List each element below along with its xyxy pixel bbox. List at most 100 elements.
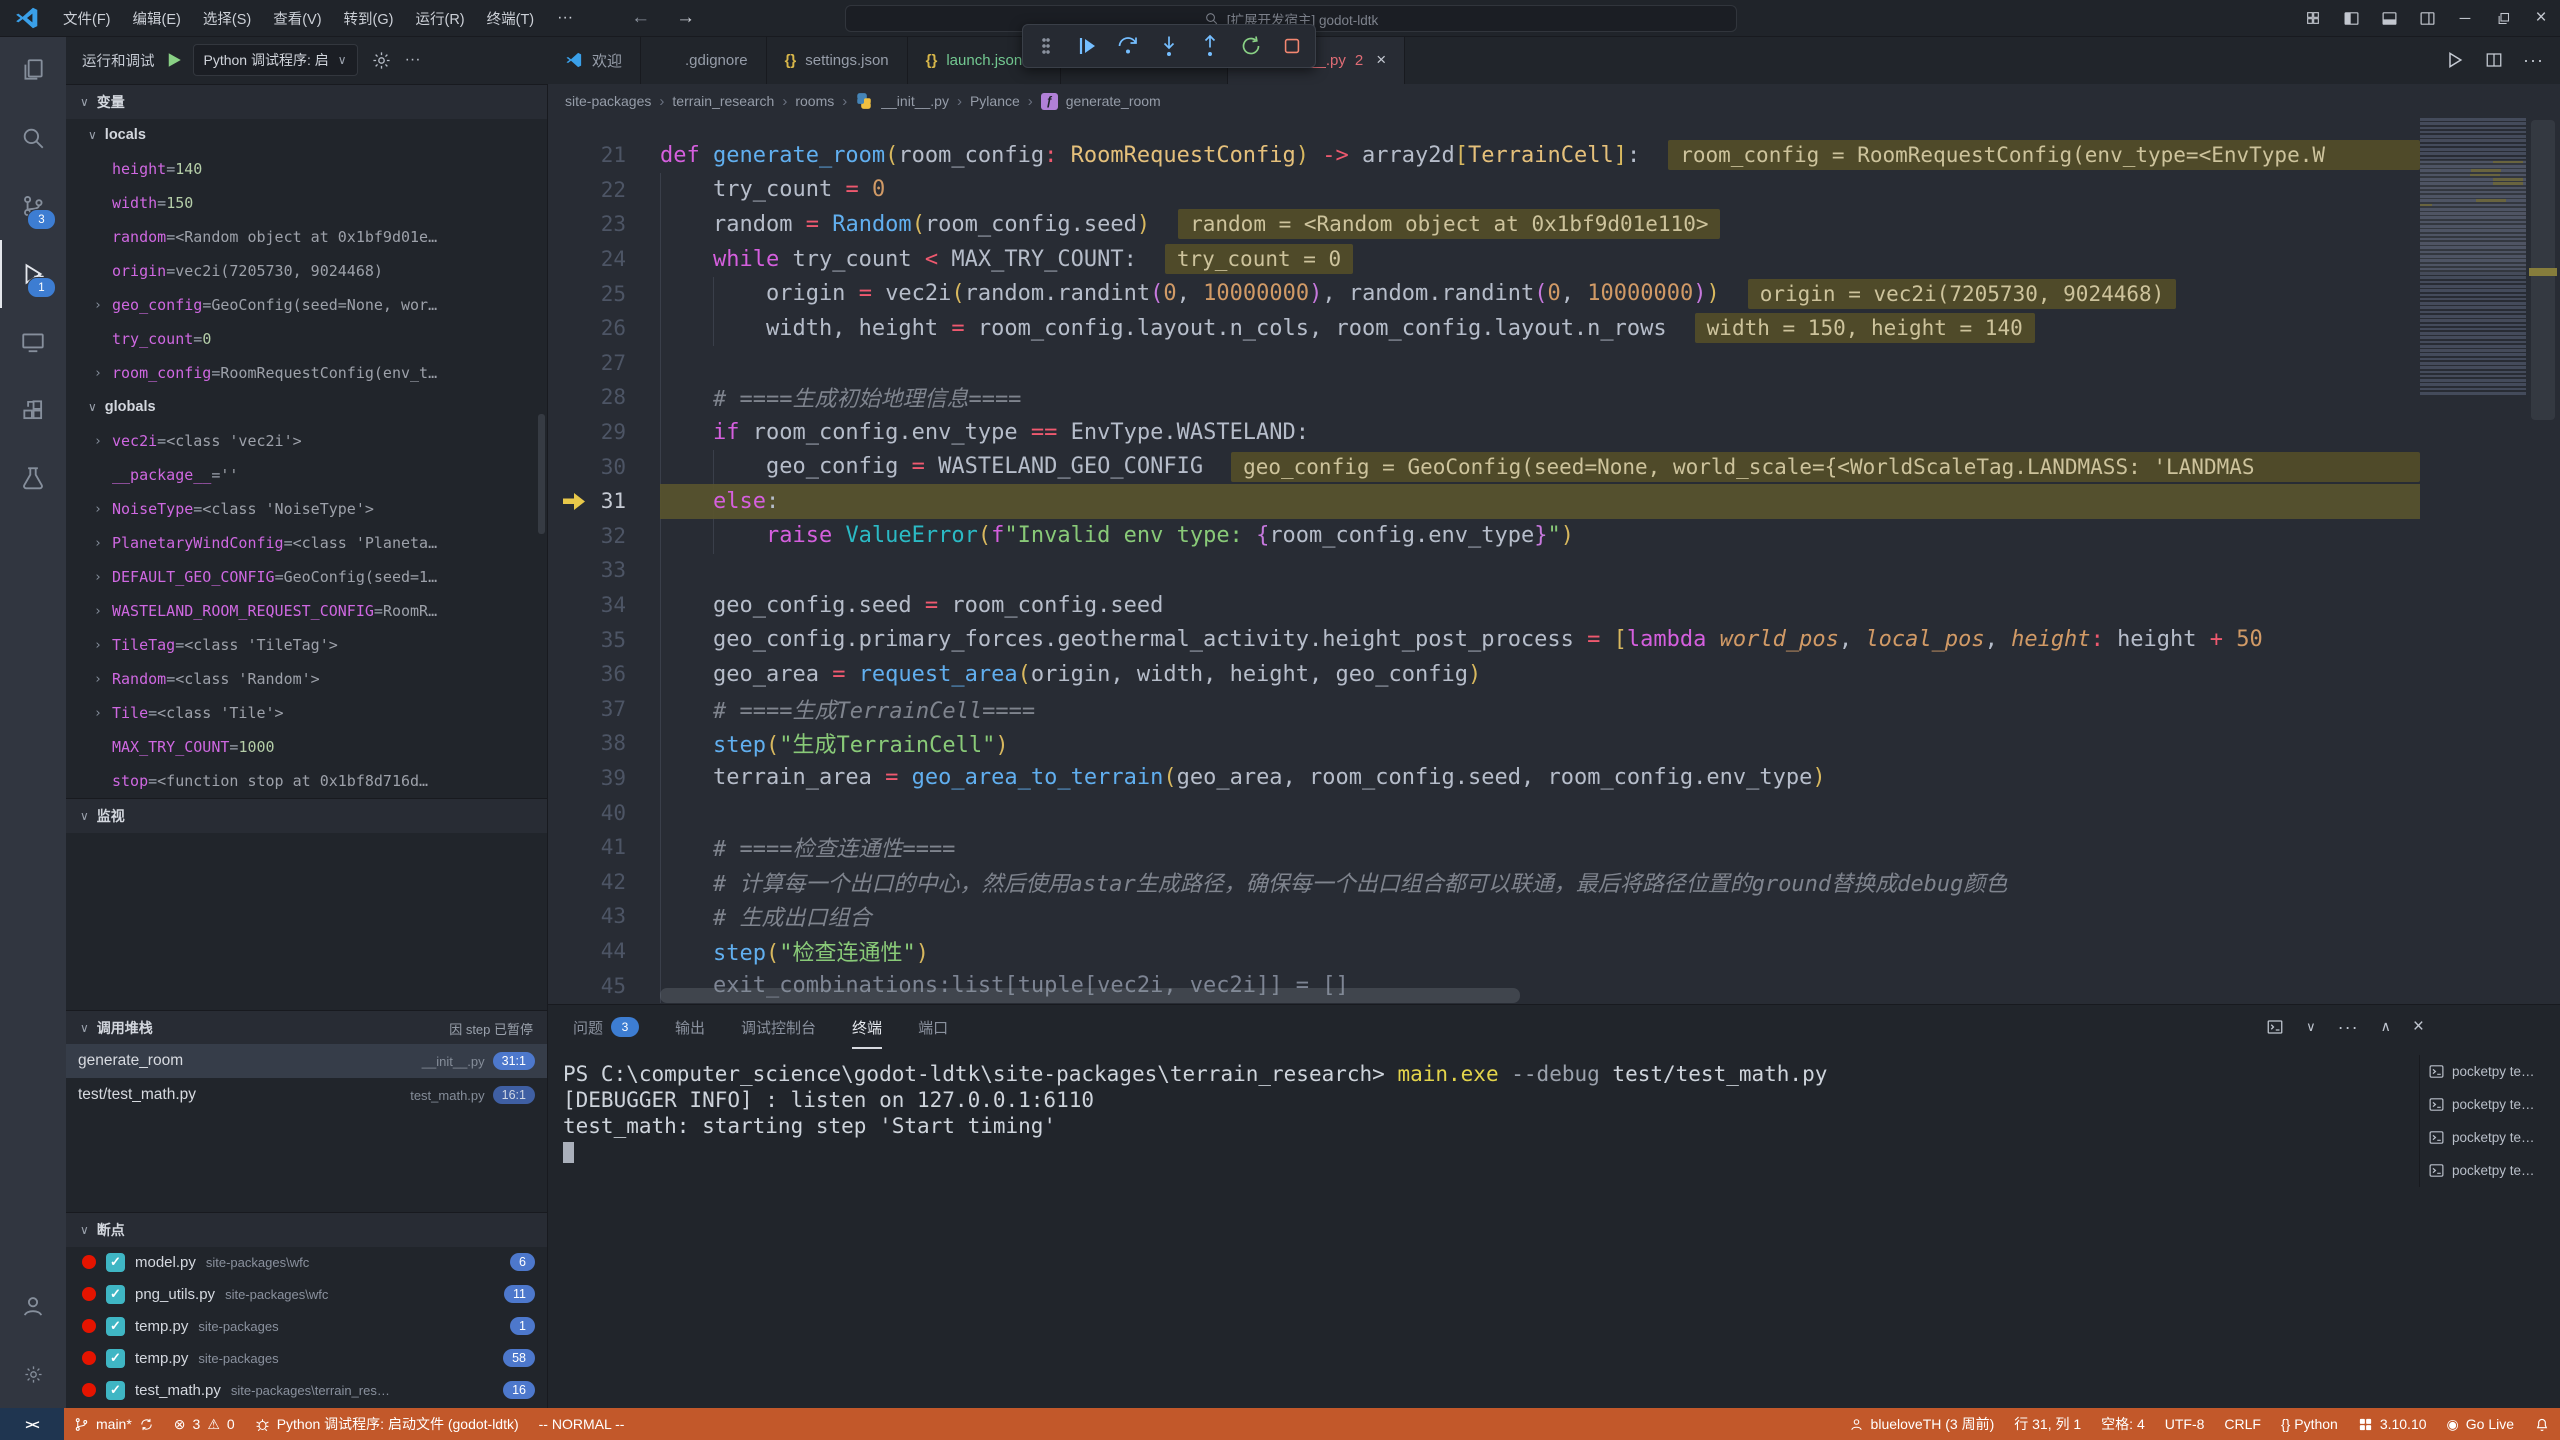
breadcrumb[interactable]: site-packages›terrain_research›rooms›__i… <box>547 84 2560 118</box>
minimize-icon[interactable]: ─ <box>2446 0 2484 36</box>
step-over-button[interactable] <box>1115 33 1141 59</box>
panel-tab-问题[interactable]: 问题3 <box>573 1005 639 1049</box>
code-line-23[interactable]: 23 random = Random(room_config.seed)rand… <box>547 207 2420 242</box>
code-line-37[interactable]: 37 # ====生成TerrainCell==== <box>547 692 2420 727</box>
nav-back-icon[interactable]: ← <box>631 7 650 29</box>
code-line-41[interactable]: 41 # ====检查连通性==== <box>547 830 2420 865</box>
debug-gear-icon[interactable] <box>372 51 391 70</box>
terminal-output[interactable]: PS C:\computer_science\godot-ldtk\site-p… <box>563 1061 2420 1408</box>
commit-author-item[interactable]: blueloveTH (3 周前) <box>1839 1408 2005 1440</box>
debug-start-icon[interactable] <box>165 51 183 69</box>
language-mode-item[interactable]: {} Python <box>2271 1408 2348 1440</box>
checkbox-checked-icon[interactable]: ✓ <box>106 1381 125 1400</box>
terminal-session-item[interactable]: pocketpy te… <box>2428 1121 2546 1154</box>
menu-item[interactable]: 转到(G) <box>333 8 405 29</box>
checkbox-checked-icon[interactable]: ✓ <box>106 1317 125 1336</box>
checkbox-checked-icon[interactable]: ✓ <box>106 1349 125 1368</box>
menu-item[interactable]: 终端(T) <box>476 8 546 29</box>
menu-item[interactable]: 文件(F) <box>52 8 122 29</box>
python-version-item[interactable]: 3.10.10 <box>2348 1408 2437 1440</box>
panel-tab-输出[interactable]: 输出 <box>675 1005 705 1049</box>
breadcrumb-item[interactable]: __init__.py <box>881 93 949 109</box>
code-line-33[interactable]: 33 <box>547 553 2420 588</box>
close-icon[interactable]: × <box>2413 1016 2424 1038</box>
activity-files[interactable] <box>0 36 66 104</box>
indentation-item[interactable]: 空格: 4 <box>2091 1408 2155 1440</box>
variable-row[interactable]: __package__ = '' <box>66 458 547 492</box>
remote-indicator[interactable]: >< <box>0 1408 64 1440</box>
stop-button[interactable] <box>1279 33 1305 59</box>
variable-row[interactable]: ›DEFAULT_GEO_CONFIG = GeoConfig(seed=1… <box>66 560 547 594</box>
terminal-session-item[interactable]: pocketpy te… <box>2428 1055 2546 1088</box>
panel-tab-端口[interactable]: 端口 <box>918 1005 948 1049</box>
git-branch-item[interactable]: main* <box>64 1408 164 1440</box>
code-line-34[interactable]: 34 geo_config.seed = room_config.seed <box>547 588 2420 623</box>
restore-icon[interactable] <box>2484 0 2522 36</box>
breadcrumb-item[interactable]: generate_room <box>1066 93 1161 109</box>
breakpoint-row[interactable]: ✓model.pysite-packages\wfc6 <box>66 1246 547 1278</box>
terminal-session-item[interactable]: pocketpy te… <box>2428 1154 2546 1187</box>
activity-extensions[interactable] <box>0 376 66 444</box>
step-into-button[interactable] <box>1156 33 1182 59</box>
code-line-42[interactable]: 42 # 计算每一个出口的中心，然后使用astar生成路径，确保每一个出口组合都… <box>547 864 2420 899</box>
activity-remote[interactable] <box>0 308 66 376</box>
expand-icon[interactable]: › <box>94 672 102 687</box>
variable-row[interactable]: try_count = 0 <box>66 322 547 356</box>
debug-more-button[interactable]: ··· <box>405 51 421 69</box>
debug-config-select[interactable]: Python 调试程序: 启 ∨ <box>193 44 358 76</box>
sidebar-scrollbar[interactable] <box>538 414 545 534</box>
activity-search[interactable] <box>0 104 66 172</box>
activity-debug[interactable]: 1 <box>0 240 66 308</box>
breakpoint-row[interactable]: ✓temp.pysite-packages1 <box>66 1310 547 1342</box>
tab-.gdignore[interactable]: .gdignore <box>641 36 767 84</box>
code-line-44[interactable]: 44 step("检查连通性") <box>547 934 2420 969</box>
variable-row[interactable]: random = <Random object at 0x1bf9d01e… <box>66 220 547 254</box>
continue-button[interactable] <box>1074 33 1100 59</box>
restart-button[interactable] <box>1238 33 1264 59</box>
tab-settings.json[interactable]: {}settings.json <box>767 36 908 84</box>
breakpoint-row[interactable]: ✓test_math.pysite-packages\terrain_res…1… <box>66 1374 547 1406</box>
variable-row[interactable]: width = 150 <box>66 186 547 220</box>
layout-right-icon[interactable] <box>2408 0 2446 36</box>
breadcrumb-item[interactable]: rooms <box>795 93 834 109</box>
menu-item[interactable]: 查看(V) <box>262 8 332 29</box>
breadcrumb-item[interactable]: terrain_research <box>672 93 774 109</box>
variables-section-header[interactable]: ∨变量 <box>66 84 547 119</box>
encoding-item[interactable]: UTF-8 <box>2155 1408 2215 1440</box>
code-line-40[interactable]: 40 <box>547 795 2420 830</box>
code-line-43[interactable]: 43 # 生成出口组合 <box>547 899 2420 934</box>
scope-globals[interactable]: ∨globals <box>66 390 547 424</box>
minimap-slider[interactable] <box>2420 160 2526 272</box>
breakpoint-row[interactable]: ✓temp.pysite-packages58 <box>66 1342 547 1374</box>
expand-icon[interactable]: › <box>94 298 102 313</box>
breakpoint-row[interactable]: ✓png_utils.pysite-packages\wfc11 <box>66 1278 547 1310</box>
expand-icon[interactable]: › <box>94 434 102 449</box>
minimap[interactable] <box>2420 118 2526 1004</box>
horizontal-scrollbar[interactable] <box>660 988 1520 1003</box>
problems-item[interactable]: ⊗ 3 ⚠ 0 <box>164 1408 245 1440</box>
go-live-item[interactable]: ◉ Go Live <box>2437 1408 2524 1440</box>
variable-row[interactable]: stop = <function stop at 0x1bf8d716d… <box>66 764 547 798</box>
code-line-31[interactable]: 31 else: <box>547 484 2420 519</box>
stack-frame[interactable]: generate_room__init__.py31:1 <box>66 1044 547 1078</box>
code-line-38[interactable]: 38 step("生成TerrainCell") <box>547 726 2420 761</box>
step-out-button[interactable] <box>1197 33 1223 59</box>
callstack-section-header[interactable]: ∨调用堆栈 因 step 已暂停 <box>66 1010 547 1045</box>
layout-panel-icon[interactable] <box>2370 0 2408 36</box>
stack-frame[interactable]: test/test_math.pytest_math.py16:1 <box>66 1078 547 1112</box>
variable-row[interactable]: ›Tile = <class 'Tile'> <box>66 696 547 730</box>
variable-row[interactable]: ›Random = <class 'Random'> <box>66 662 547 696</box>
code-line-25[interactable]: 25 origin = vec2i(random.randint(0, 1000… <box>547 276 2420 311</box>
layout-left-icon[interactable] <box>2332 0 2370 36</box>
activity-account[interactable] <box>0 1272 66 1340</box>
variable-row[interactable]: origin = vec2i(7205730, 9024468) <box>66 254 547 288</box>
code-line-22[interactable]: 22 try_count = 0 <box>547 173 2420 208</box>
menu-item[interactable]: 选择(S) <box>192 8 262 29</box>
breakpoints-section-header[interactable]: ∨断点 <box>66 1212 547 1247</box>
expand-icon[interactable]: › <box>94 604 102 619</box>
variable-row[interactable]: height = 140 <box>66 152 547 186</box>
variable-row[interactable]: ›NoiseType = <class 'NoiseType'> <box>66 492 547 526</box>
code-line-26[interactable]: 26 width, height = room_config.layout.n_… <box>547 311 2420 346</box>
overview-ruler[interactable] <box>2526 118 2560 1004</box>
watch-section-header[interactable]: ∨监视 <box>66 798 547 833</box>
